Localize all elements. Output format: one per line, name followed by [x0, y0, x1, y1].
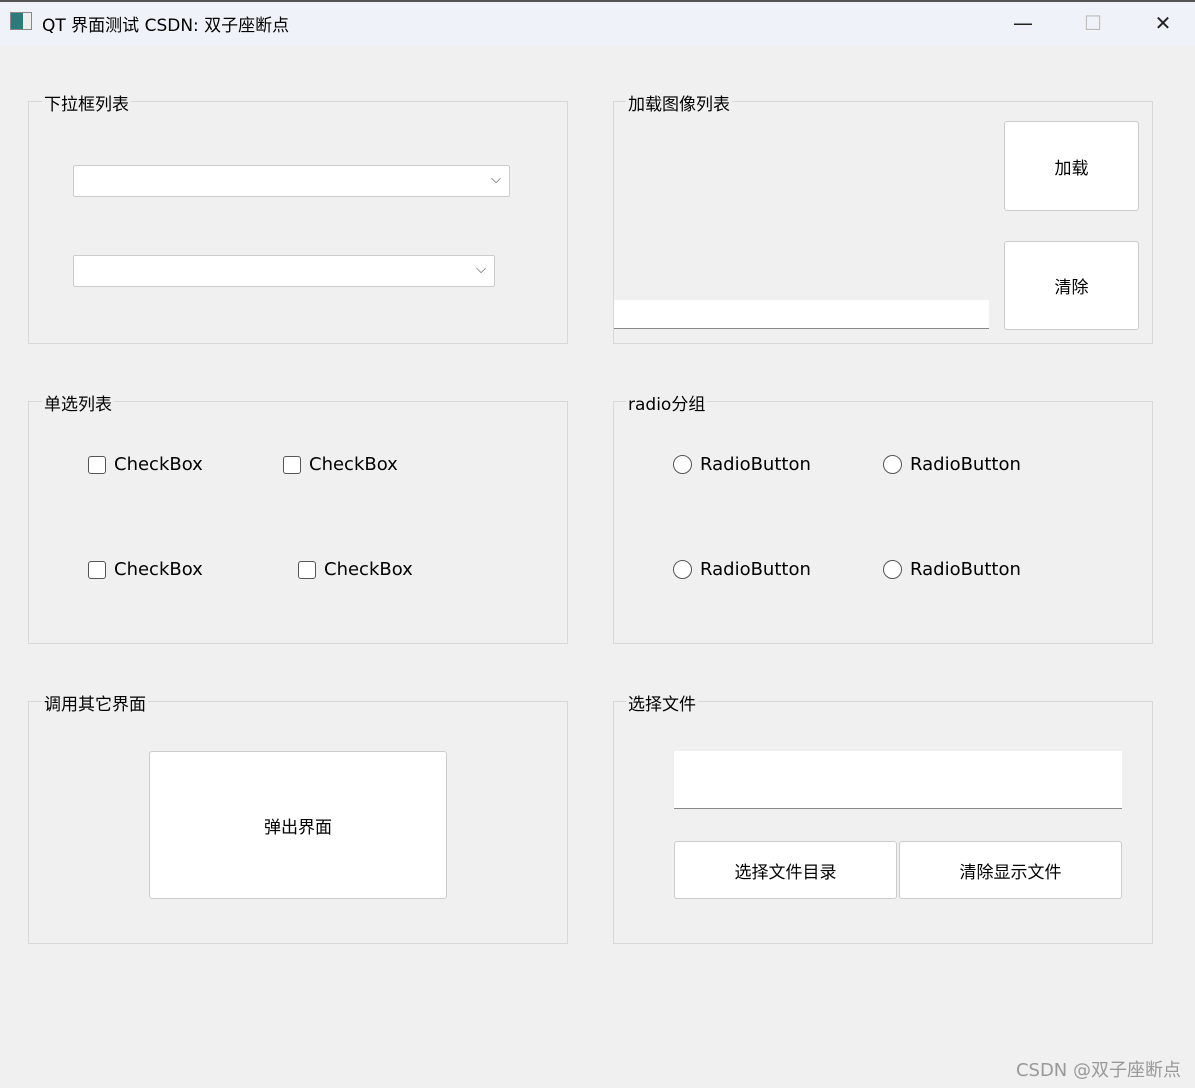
checkbox-3[interactable]: CheckBox — [88, 559, 203, 580]
combo-box-1[interactable]: ⌵ — [73, 165, 510, 197]
file-group-title: 选择文件 — [626, 690, 698, 715]
checkbox-1[interactable]: CheckBox — [88, 454, 203, 475]
radio-label: RadioButton — [910, 454, 1021, 475]
checkbox-4[interactable]: CheckBox — [298, 559, 413, 580]
radio-2[interactable]: RadioButton — [883, 454, 1021, 475]
other-group-title: 调用其它界面 — [42, 690, 148, 715]
radio-label: RadioButton — [910, 559, 1021, 580]
file-path-input[interactable] — [674, 751, 1122, 809]
clear-image-button[interactable]: 清除 — [1004, 241, 1139, 330]
check-group — [28, 401, 568, 644]
combo-group-title: 下拉框列表 — [42, 90, 131, 115]
maximize-button[interactable]: ☐ — [1073, 8, 1113, 38]
watermark: CSDN @双子座断点 — [1015, 1060, 1181, 1081]
chevron-down-icon: ⌵ — [476, 262, 486, 277]
checkbox-box — [298, 560, 316, 579]
window-title: QT 界面测试 CSDN: 双子座断点 — [42, 16, 290, 36]
close-button[interactable]: ✕ — [1143, 8, 1183, 38]
radio-circle — [883, 455, 902, 474]
minimize-button[interactable]: — — [1003, 8, 1043, 38]
checkbox-box — [88, 455, 106, 474]
select-dir-button[interactable]: 选择文件目录 — [674, 841, 897, 899]
combo-box-2[interactable]: ⌵ — [73, 255, 495, 287]
chevron-down-icon: ⌵ — [491, 172, 501, 187]
image-list-input[interactable] — [614, 300, 989, 329]
radio-circle — [673, 455, 692, 474]
popup-button[interactable]: 弹出界面 — [149, 751, 447, 899]
checkbox-label: CheckBox — [309, 454, 398, 475]
checkbox-label: CheckBox — [114, 454, 203, 475]
radio-group-title: radio分组 — [626, 390, 708, 415]
clear-file-button[interactable]: 清除显示文件 — [899, 841, 1122, 899]
radio-3[interactable]: RadioButton — [673, 559, 811, 580]
radio-1[interactable]: RadioButton — [673, 454, 811, 475]
image-group-title: 加载图像列表 — [626, 90, 732, 115]
checkbox-box — [88, 560, 106, 579]
checkbox-label: CheckBox — [114, 559, 203, 580]
file-group — [613, 701, 1153, 944]
combo-group — [28, 101, 568, 344]
radio-4[interactable]: RadioButton — [883, 559, 1021, 580]
radio-circle — [673, 560, 692, 579]
checkbox-2[interactable]: CheckBox — [283, 454, 398, 475]
radio-label: RadioButton — [700, 559, 811, 580]
radio-group — [613, 401, 1153, 644]
checkbox-label: CheckBox — [324, 559, 413, 580]
radio-circle — [883, 560, 902, 579]
load-button[interactable]: 加载 — [1004, 121, 1139, 211]
checkbox-box — [283, 455, 301, 474]
radio-label: RadioButton — [700, 454, 811, 475]
app-icon — [10, 12, 32, 30]
check-group-title: 单选列表 — [42, 390, 114, 415]
